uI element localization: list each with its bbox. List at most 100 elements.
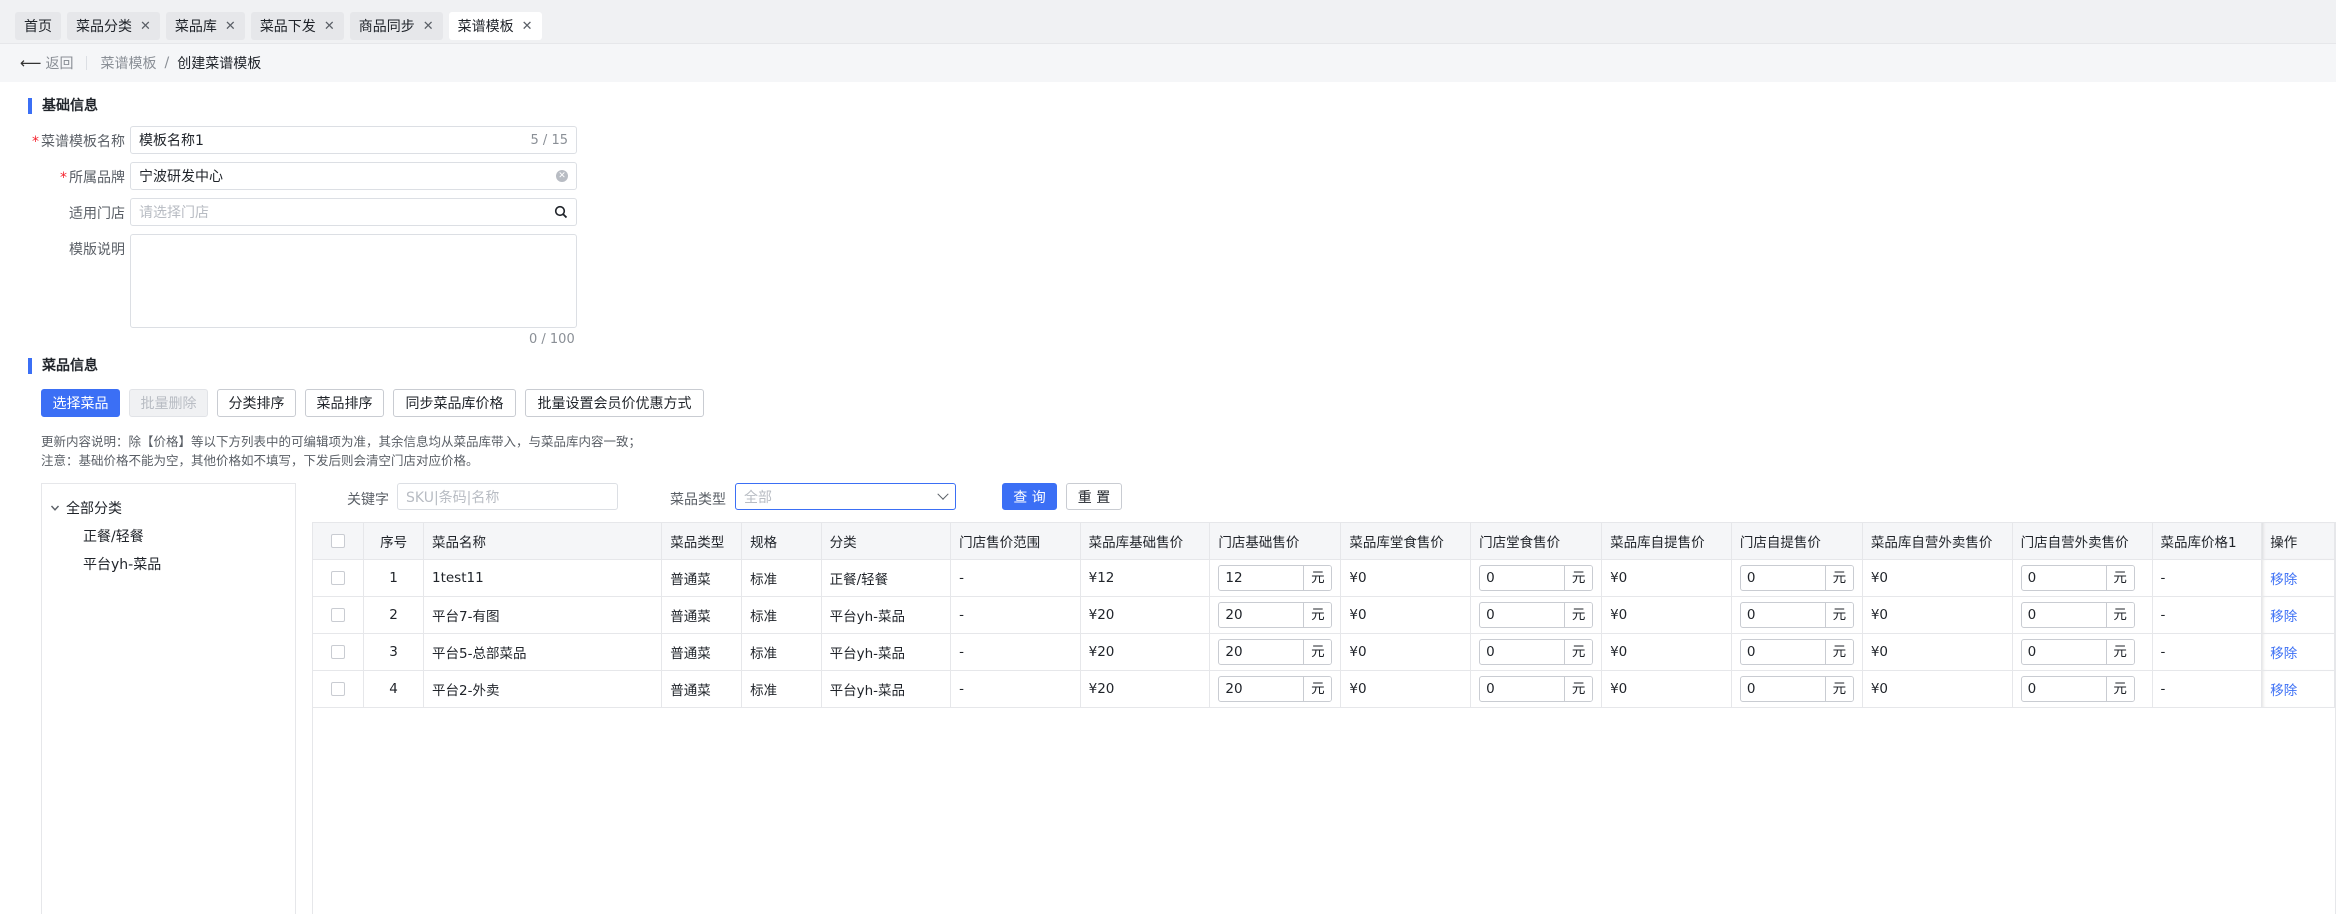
store-pickup-price-input[interactable]: 0元 bbox=[1739, 638, 1854, 665]
sync-price-button[interactable]: 同步菜品库价格 bbox=[393, 389, 516, 417]
keyword-input[interactable]: SKU|条码|名称 bbox=[397, 483, 618, 510]
checkbox-box bbox=[331, 570, 346, 585]
select-dish-button[interactable]: 选择菜品 bbox=[41, 389, 120, 417]
table-row: 4 平台2-外卖 普通菜 标准 平台yh-菜品 - ¥20 20 元 ¥0 0元 … bbox=[313, 670, 2335, 708]
cell-store-pickup-price: 0元 bbox=[1731, 559, 1863, 597]
input-value: 0 bbox=[1746, 606, 1756, 623]
remove-link[interactable]: 移除 bbox=[2270, 646, 2297, 662]
store-pickup-price-input[interactable]: 0元 bbox=[1739, 601, 1854, 628]
category-sort-button[interactable]: 分类排序 bbox=[217, 389, 296, 417]
desc-label: 模版说明 bbox=[69, 242, 125, 258]
close-icon[interactable]: ✕ bbox=[140, 19, 151, 34]
close-icon[interactable]: ✕ bbox=[522, 19, 533, 34]
back-label: 返回 bbox=[45, 56, 74, 72]
close-icon[interactable]: ✕ bbox=[324, 19, 335, 34]
template-name-label: * 菜谱模板名称 bbox=[15, 131, 125, 151]
store-input[interactable]: 请选择门店 bbox=[130, 198, 546, 226]
unit-label: 元 bbox=[2105, 639, 2134, 664]
store-pickup-price-input[interactable]: 0元 bbox=[1739, 564, 1854, 591]
desc-textarea[interactable] bbox=[130, 234, 577, 328]
unit-label: 元 bbox=[2105, 676, 2134, 701]
col-header: 门店基础售价 bbox=[1209, 523, 1342, 560]
cell-actions: 移除 bbox=[2261, 559, 2335, 597]
required-mark: * bbox=[32, 134, 39, 150]
reset-button[interactable]: 重 置 bbox=[1066, 483, 1122, 510]
row-checkbox[interactable] bbox=[313, 670, 365, 708]
row-checkbox[interactable] bbox=[313, 559, 365, 597]
input-value: 20 bbox=[1225, 606, 1243, 623]
tab-home[interactable]: 首页 bbox=[15, 12, 61, 40]
checkbox-box bbox=[331, 533, 346, 548]
store-base-price-input[interactable]: 20 元 bbox=[1218, 601, 1333, 628]
tab-menu-template[interactable]: 菜谱模板 ✕ bbox=[448, 12, 542, 40]
category-tree: 全部分类 正餐/轻餐 平台yh-菜品 bbox=[41, 483, 296, 914]
store-dine-price-input[interactable]: 0元 bbox=[1479, 675, 1594, 702]
row-checkbox[interactable] bbox=[313, 633, 365, 671]
input-value: 0 bbox=[2027, 680, 2037, 697]
tab-dish-category[interactable]: 菜品分类 ✕ bbox=[67, 12, 160, 40]
breadcrumb-current: 创建菜谱模板 bbox=[177, 56, 262, 72]
cell-name: 平台7-有图 bbox=[423, 596, 663, 634]
search-icon bbox=[554, 205, 567, 219]
batch-member-price-button[interactable]: 批量设置会员价优惠方式 bbox=[525, 389, 704, 417]
back-button[interactable]: ⟵ 返回 bbox=[20, 53, 74, 73]
update-note: 更新内容说明：除【价格】等以下方列表中的可编辑项为准，其余信息均从菜品库带入，与… bbox=[41, 434, 642, 449]
cell-store-base-price: 20 元 bbox=[1209, 596, 1342, 634]
store-delivery-price-input[interactable]: 0元 bbox=[2020, 675, 2135, 702]
template-name-input[interactable]: 模板名称1 5 / 15 bbox=[130, 126, 577, 154]
tree-item[interactable]: 正餐/轻餐 bbox=[83, 526, 144, 546]
store-dine-price-input[interactable]: 0元 bbox=[1479, 638, 1594, 665]
clear-icon[interactable]: ✕ bbox=[556, 170, 568, 182]
breadcrumb-parent[interactable]: 菜谱模板 bbox=[101, 53, 157, 73]
cell-lib-pickup-price: ¥0 bbox=[1601, 596, 1732, 634]
table-header-row: 序号 菜品名称 菜品类型 规格 分类 门店售价范围 菜品库基础售价 门店基础售价… bbox=[313, 523, 2335, 560]
tree-root[interactable]: 全部分类 bbox=[50, 498, 122, 518]
store-base-price-input[interactable]: 20 元 bbox=[1218, 675, 1333, 702]
tab-dish-library[interactable]: 菜品库 ✕ bbox=[165, 12, 245, 40]
cell-store-base-price: 12 元 bbox=[1209, 559, 1342, 597]
cell-lib-dine-price: ¥0 bbox=[1340, 633, 1472, 671]
input-value: 0 bbox=[1746, 680, 1756, 697]
store-pickup-price-input[interactable]: 0元 bbox=[1739, 675, 1854, 702]
batch-delete-button[interactable]: 批量删除 bbox=[129, 389, 208, 417]
remove-link[interactable]: 移除 bbox=[2270, 683, 2297, 699]
row-checkbox[interactable] bbox=[313, 596, 365, 634]
store-search-button[interactable] bbox=[545, 198, 577, 226]
store-delivery-price-input[interactable]: 0元 bbox=[2020, 638, 2135, 665]
template-name-count: 5 / 15 bbox=[530, 132, 568, 148]
unit-label: 元 bbox=[1824, 676, 1853, 701]
input-value: 0 bbox=[1486, 569, 1495, 586]
store-delivery-price-input[interactable]: 0元 bbox=[2020, 564, 2135, 591]
tab-dish-distribute[interactable]: 菜品下发 ✕ bbox=[250, 12, 344, 40]
brand-select[interactable]: 宁波研发中心 ✕ bbox=[130, 162, 577, 190]
remove-link[interactable]: 移除 bbox=[2270, 609, 2297, 625]
select-all-checkbox[interactable] bbox=[313, 523, 365, 560]
store-base-price-input[interactable]: 12 元 bbox=[1218, 564, 1333, 591]
input-value: 0 bbox=[2027, 643, 2037, 660]
store-delivery-price-input[interactable]: 0元 bbox=[2020, 601, 2135, 628]
remove-link[interactable]: 移除 bbox=[2270, 572, 2297, 588]
query-button[interactable]: 查 询 bbox=[1002, 483, 1057, 510]
cell-lib-dine-price: ¥0 bbox=[1340, 670, 1472, 708]
cell-lib-pickup-price: ¥0 bbox=[1601, 633, 1732, 671]
store-dine-price-input[interactable]: 0元 bbox=[1479, 564, 1594, 591]
store-placeholder: 请选择门店 bbox=[139, 205, 209, 221]
cell-lib-base-price: ¥20 bbox=[1080, 633, 1211, 671]
input-value: 20 bbox=[1225, 643, 1243, 660]
cell-category: 正餐/轻餐 bbox=[821, 559, 952, 597]
store-dine-price-input[interactable]: 0元 bbox=[1479, 601, 1594, 628]
tab-product-sync[interactable]: 商品同步 ✕ bbox=[349, 12, 443, 40]
checkbox-box bbox=[331, 644, 346, 659]
input-value: 0 bbox=[2027, 569, 2037, 586]
keyword-placeholder: SKU|条码|名称 bbox=[406, 489, 500, 506]
cell-no: 2 bbox=[363, 596, 424, 634]
store-base-price-input[interactable]: 20 元 bbox=[1218, 638, 1333, 665]
table-row: 2 平台7-有图 普通菜 标准 平台yh-菜品 - ¥20 20 元 ¥0 0元 … bbox=[313, 596, 2335, 634]
dish-type-select[interactable]: 全部 bbox=[735, 483, 956, 510]
input-value: 12 bbox=[1225, 569, 1243, 586]
close-icon[interactable]: ✕ bbox=[423, 19, 434, 34]
dish-sort-button[interactable]: 菜品排序 bbox=[305, 389, 384, 417]
arrow-left-icon: ⟵ bbox=[20, 54, 42, 72]
tree-item[interactable]: 平台yh-菜品 bbox=[83, 554, 161, 574]
close-icon[interactable]: ✕ bbox=[225, 19, 236, 34]
